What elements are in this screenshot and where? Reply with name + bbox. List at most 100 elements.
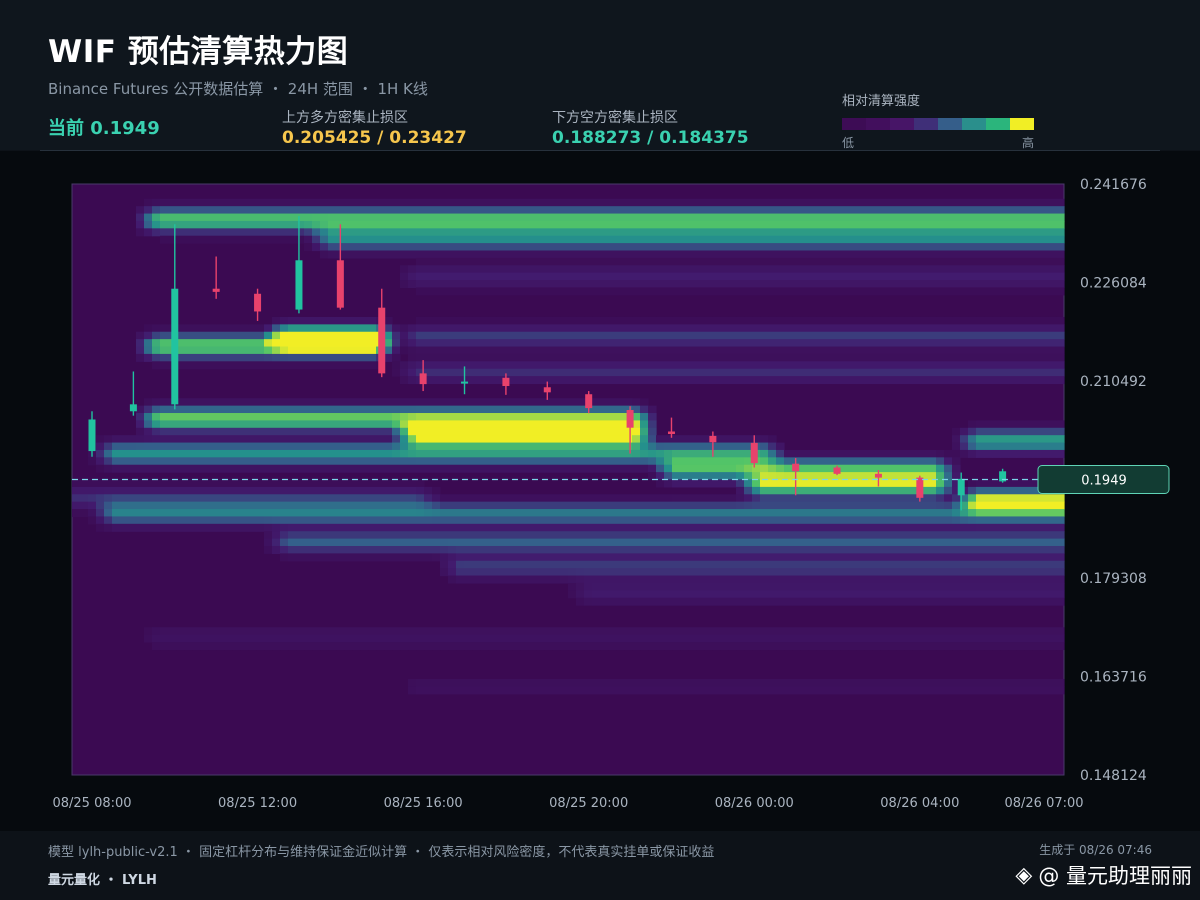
heatmap-cell [992, 353, 1001, 362]
heatmap-cell [640, 575, 649, 584]
heatmap-cell [888, 339, 897, 348]
heatmap-cell [848, 243, 857, 252]
heatmap-cell [272, 538, 281, 547]
heatmap-cell [744, 353, 753, 362]
heatmap-cell [520, 339, 529, 348]
heatmap-cell [656, 368, 665, 377]
heatmap-cell [440, 538, 449, 547]
heatmap-cell [296, 531, 305, 540]
heatmap-cell [544, 368, 553, 377]
heatmap-cell [904, 368, 913, 377]
heatmap-cell [768, 324, 777, 333]
heatmap-cell [840, 686, 849, 695]
heatmap-cell [200, 235, 209, 244]
heatmap-cell [264, 398, 273, 407]
heatmap-cell [464, 634, 473, 643]
heatmap-cell [824, 568, 833, 577]
heatmap-cell [104, 486, 113, 495]
heatmap-cell [216, 420, 225, 429]
heatmap-cell [824, 457, 833, 466]
heatmap-cell [736, 361, 745, 370]
heatmap-cell [896, 220, 905, 229]
heatmap-cell [544, 265, 553, 274]
heatmap-cell [752, 272, 761, 281]
heatmap-cell [720, 560, 729, 569]
heatmap-cell [600, 265, 609, 274]
heatmap-cell [448, 316, 457, 325]
heatmap-cell [608, 531, 617, 540]
heatmap-cell [328, 198, 337, 207]
heatmap-cell [520, 405, 529, 414]
heatmap-cell [512, 464, 521, 473]
heatmap-cell [704, 272, 713, 281]
heatmap-cell [240, 206, 249, 215]
heatmap-cell [616, 464, 625, 473]
heatmap-cell [160, 479, 169, 488]
heatmap-cell [712, 582, 721, 591]
heatmap-cell [720, 220, 729, 229]
heatmap-cell [688, 494, 697, 503]
heatmap-cell [880, 642, 889, 651]
heatmap-cell [440, 198, 449, 207]
heatmap-cell [592, 597, 601, 606]
heatmap-cell [952, 346, 961, 355]
heatmap-cell [464, 686, 473, 695]
heatmap-cell [272, 220, 281, 229]
heatmap-cell [520, 575, 529, 584]
heatmap-cell [664, 538, 673, 547]
heatmap-cell [816, 686, 825, 695]
heatmap-cell [656, 449, 665, 458]
heatmap-cell [416, 553, 425, 562]
heatmap-cell [152, 206, 161, 215]
heatmap-cell [720, 331, 729, 340]
heatmap-cell [744, 376, 753, 385]
heatmap-cell [728, 324, 737, 333]
heatmap-cell [992, 531, 1001, 540]
heatmap-cell [536, 206, 545, 215]
heatmap-cell [760, 531, 769, 540]
heatmap-cell [408, 494, 417, 503]
heatmap-cell [808, 213, 817, 222]
heatmap-cell [976, 501, 985, 510]
heatmap-cell [408, 523, 417, 532]
heatmap-cell [792, 316, 801, 325]
heatmap-cell [192, 634, 201, 643]
heatmap-cell [288, 486, 297, 495]
heatmap-cell [904, 280, 913, 289]
heatmap-cell [800, 523, 809, 532]
heatmap-cell [712, 479, 721, 488]
heatmap-cell [336, 413, 345, 421]
heatmap-cell [448, 220, 457, 229]
heatmap-cell [456, 339, 465, 348]
heatmap-cell [672, 560, 681, 569]
heatmap-cell [304, 198, 313, 207]
heatmap-cell [784, 531, 793, 540]
heatmap-cell [392, 449, 401, 458]
heatmap-cell [784, 250, 793, 259]
heatmap-cell [592, 280, 601, 289]
heatmap-cell [488, 560, 497, 569]
heatmap-cell [840, 228, 849, 237]
heatmap-cell [256, 501, 265, 510]
heatmap-cell [424, 198, 433, 207]
heatmap-cell [976, 449, 985, 458]
heatmap-cell [344, 243, 353, 252]
heatmap-cell [768, 553, 777, 562]
heatmap-cell [784, 523, 793, 532]
heatmap-cell [808, 568, 817, 577]
heatmap-cell [720, 494, 729, 503]
heatmap-cell [360, 523, 369, 532]
heatmap-cell [552, 339, 561, 348]
heatmap-cell [912, 265, 921, 274]
heatmap-cell [688, 582, 697, 591]
heatmap-cell [456, 206, 465, 215]
heatmap-cell [768, 353, 777, 362]
heatmap-cell [408, 545, 417, 554]
heatmap-cell [328, 398, 337, 407]
heatmap-cell [672, 516, 681, 525]
heatmap-cell [976, 339, 985, 348]
heatmap-cell [904, 494, 913, 503]
heatmap-cell [952, 678, 961, 687]
heatmap-cell [968, 339, 977, 348]
heatmap-cell [736, 582, 745, 591]
